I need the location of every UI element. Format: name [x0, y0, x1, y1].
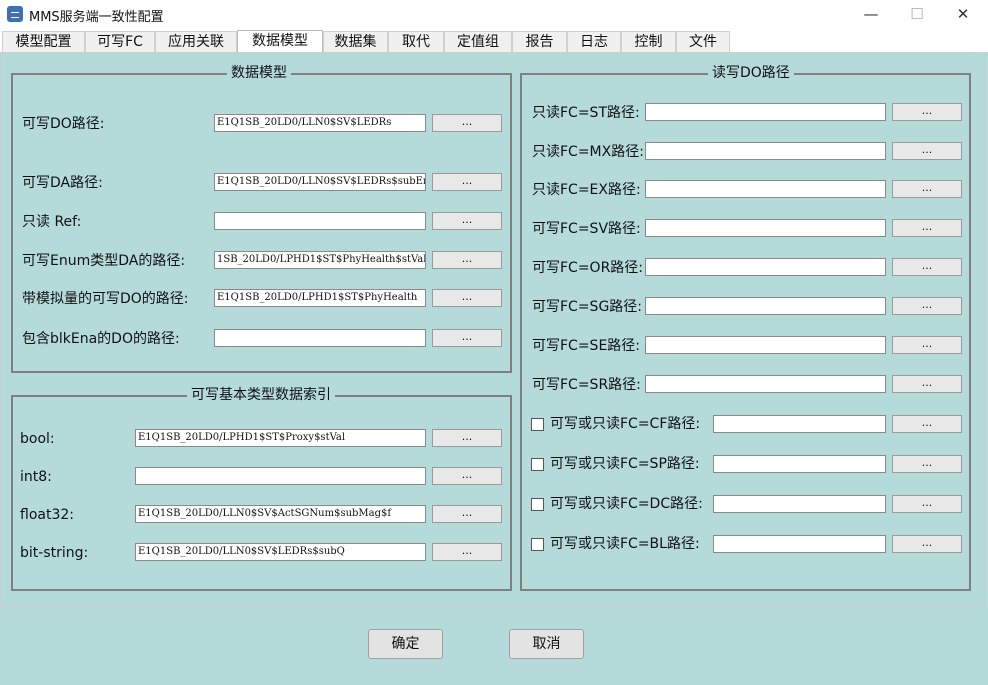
fc-or-input[interactable]: [645, 258, 886, 276]
bool-browse-button[interactable]: ...: [432, 429, 502, 447]
int8-browse-button[interactable]: ...: [432, 467, 502, 485]
writable-do-path-input[interactable]: E1Q1SB_20LD0/LLN0$SV$LEDRs: [214, 114, 426, 132]
tab-writable-fc[interactable]: 可写FC: [85, 31, 155, 52]
fc-se-input[interactable]: [645, 336, 886, 354]
window-title: MMS服务端一致性配置: [29, 10, 164, 25]
enum-da-path-input[interactable]: 1SB_20LD0/LPHD1$ST$PhyHealth$stVal: [214, 251, 426, 269]
fc-dc-label: 可写或只读FC=DC路径:: [550, 496, 703, 512]
fc-sp-label: 可写或只读FC=SP路径:: [550, 456, 700, 472]
tab-data-model[interactable]: 数据模型: [237, 30, 323, 52]
tab-dataset[interactable]: 数据集: [323, 31, 388, 52]
cancel-button[interactable]: 取消: [509, 629, 584, 659]
analog-do-path-browse-button[interactable]: ...: [432, 289, 502, 307]
fc-mx-browse-button[interactable]: ...: [892, 142, 962, 160]
data-model-group-title: 数据模型: [227, 64, 291, 82]
blkena-do-path-browse-button[interactable]: ...: [432, 329, 502, 347]
rw-do-path-group-title: 读写DO路径: [708, 64, 794, 82]
maximize-button[interactable]: ☐: [894, 0, 940, 30]
fc-sr-label: 可写FC=SR路径:: [532, 377, 641, 393]
fc-se-browse-button[interactable]: ...: [892, 336, 962, 354]
tab-report[interactable]: 报告: [512, 31, 567, 52]
fc-sg-label: 可写FC=SG路径:: [532, 299, 643, 315]
fc-sv-label: 可写FC=SV路径:: [532, 221, 641, 237]
fc-cf-checkbox[interactable]: [531, 418, 544, 431]
bool-input[interactable]: E1Q1SB_20LD0/LPHD1$ST$Proxy$stVal: [135, 429, 426, 447]
writable-do-path-label: 可写DO路径:: [22, 116, 105, 132]
blkena-do-path-label: 包含blkEna的DO的路径:: [22, 331, 180, 347]
fc-sg-browse-button[interactable]: ...: [892, 297, 962, 315]
int8-input[interactable]: [135, 467, 426, 485]
fc-mx-input[interactable]: [645, 142, 886, 160]
fc-dc-checkbox[interactable]: [531, 498, 544, 511]
float32-input[interactable]: E1Q1SB_20LD0/LLN0$SV$ActSGNum$subMag$f: [135, 505, 426, 523]
analog-do-path-input[interactable]: E1Q1SB_20LD0/LPHD1$ST$PhyHealth: [214, 289, 426, 307]
enum-da-path-browse-button[interactable]: ...: [432, 251, 502, 269]
basic-index-group-title: 可写基本类型数据索引: [187, 386, 335, 404]
int8-label: int8:: [20, 469, 52, 485]
fc-dc-browse-button[interactable]: ...: [892, 495, 962, 513]
tab-setting-group[interactable]: 定值组: [444, 31, 512, 52]
tab-file[interactable]: 文件: [676, 31, 730, 52]
fc-sp-checkbox[interactable]: [531, 458, 544, 471]
fc-ex-input[interactable]: [645, 180, 886, 198]
writable-do-path-browse-button[interactable]: ...: [432, 114, 502, 132]
fc-ex-label: 只读FC=EX路径:: [532, 182, 641, 198]
ok-button[interactable]: 确定: [368, 629, 443, 659]
fc-or-browse-button[interactable]: ...: [892, 258, 962, 276]
fc-st-label: 只读FC=ST路径:: [532, 105, 640, 121]
fc-bl-checkbox[interactable]: [531, 538, 544, 551]
title-bar: MMS服务端一致性配置 — ☐ ✕: [0, 0, 988, 30]
writable-da-path-input[interactable]: E1Q1SB_20LD0/LLN0$SV$LEDRs$subEna: [214, 173, 426, 191]
bit-string-input[interactable]: E1Q1SB_20LD0/LLN0$SV$LEDRs$subQ: [135, 543, 426, 561]
fc-bl-browse-button[interactable]: ...: [892, 535, 962, 553]
blkena-do-path-input[interactable]: [214, 329, 426, 347]
close-button[interactable]: ✕: [940, 0, 986, 30]
fc-ex-browse-button[interactable]: ...: [892, 180, 962, 198]
bit-string-browse-button[interactable]: ...: [432, 543, 502, 561]
fc-sv-browse-button[interactable]: ...: [892, 219, 962, 237]
fc-cf-browse-button[interactable]: ...: [892, 415, 962, 433]
readonly-ref-browse-button[interactable]: ...: [432, 212, 502, 230]
tab-bar: 模型配置 可写FC 应用关联 数据模型 数据集 取代 定值组 报告 日志 控制 …: [0, 30, 988, 52]
float32-browse-button[interactable]: ...: [432, 505, 502, 523]
tab-model-config[interactable]: 模型配置: [2, 31, 85, 52]
bool-label: bool:: [20, 431, 55, 447]
fc-dc-input[interactable]: [713, 495, 886, 513]
readonly-ref-input[interactable]: [214, 212, 426, 230]
fc-cf-label: 可写或只读FC=CF路径:: [550, 416, 701, 432]
fc-se-label: 可写FC=SE路径:: [532, 338, 641, 354]
fc-cf-input[interactable]: [713, 415, 886, 433]
fc-sr-browse-button[interactable]: ...: [892, 375, 962, 393]
fc-sv-input[interactable]: [645, 219, 886, 237]
app-icon: [7, 6, 23, 22]
fc-mx-label: 只读FC=MX路径:: [532, 144, 644, 160]
tab-control[interactable]: 控制: [621, 31, 676, 52]
bit-string-label: bit-string:: [20, 545, 89, 561]
fc-bl-input[interactable]: [713, 535, 886, 553]
readonly-ref-label: 只读 Ref:: [22, 214, 82, 230]
fc-bl-label: 可写或只读FC=BL路径:: [550, 536, 700, 552]
float32-label: float32:: [20, 507, 74, 523]
fc-st-input[interactable]: [645, 103, 886, 121]
writable-da-path-browse-button[interactable]: ...: [432, 173, 502, 191]
minimize-button[interactable]: —: [848, 0, 894, 30]
fc-sg-input[interactable]: [645, 297, 886, 315]
fc-sp-input[interactable]: [713, 455, 886, 473]
analog-do-path-label: 带模拟量的可写DO的路径:: [22, 291, 189, 307]
tab-app-association[interactable]: 应用关联: [155, 31, 237, 52]
fc-sp-browse-button[interactable]: ...: [892, 455, 962, 473]
tab-substitution[interactable]: 取代: [388, 31, 444, 52]
enum-da-path-label: 可写Enum类型DA的路径:: [22, 253, 186, 269]
fc-st-browse-button[interactable]: ...: [892, 103, 962, 121]
writable-da-path-label: 可写DA路径:: [22, 175, 103, 191]
fc-or-label: 可写FC=OR路径:: [532, 260, 644, 276]
fc-sr-input[interactable]: [645, 375, 886, 393]
tab-log[interactable]: 日志: [567, 31, 621, 52]
